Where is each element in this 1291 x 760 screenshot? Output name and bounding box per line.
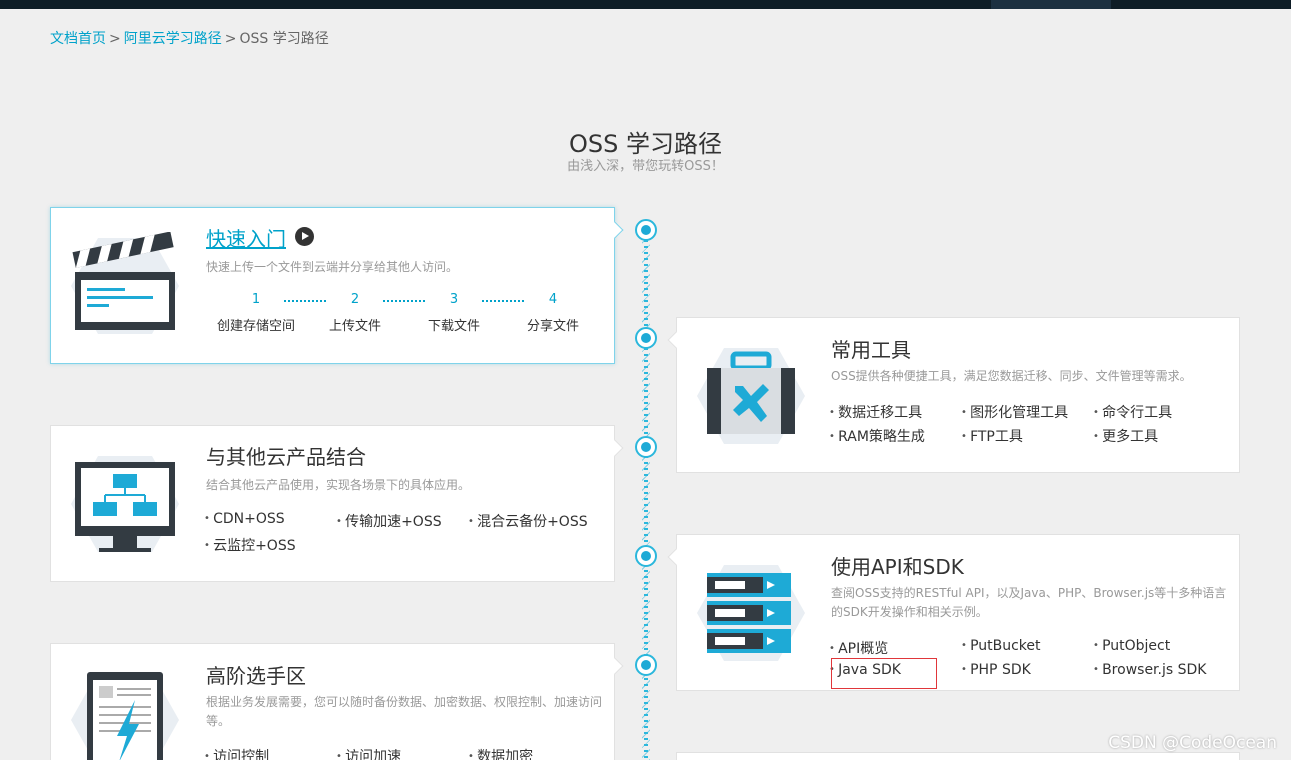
breadcrumb-home-link[interactable]: 文档首页 [50, 31, 106, 47]
timeline-node [635, 654, 657, 676]
card-pointer [667, 331, 685, 349]
card-quickstart: 快速入门 快速上传一个文件到云端并分享给其他人访问。 1 2 3 4 创建存储空… [50, 207, 624, 364]
java-sdk-highlight-box [831, 658, 937, 689]
card-pointer [606, 657, 624, 675]
page-subtitle: 由浅入深，带您玩转OSS！ [567, 159, 724, 174]
clapperboard-icon [65, 232, 185, 342]
card-desc: 查阅OSS支持的RESTful API，以及Java、PHP、Browser.j… [831, 586, 1227, 619]
tools-links: 数据迁移工具 图形化管理工具 命令行工具 RAM策略生成 FTP工具 更多工具 [829, 402, 1225, 446]
link-putbucket[interactable]: PutBucket [961, 638, 1093, 658]
step-connector [284, 300, 328, 302]
card-desc: 快速上传一个文件到云端并分享给其他人访问。 [206, 260, 459, 274]
card-tools: 常用工具 OSS提供各种便捷工具，满足您数据迁移、同步、文件管理等需求。 数据迁… [667, 317, 1240, 473]
card-desc: 结合其他云产品使用，实现各场景下的具体应用。 [206, 478, 471, 492]
link-accel-oss[interactable]: 传输加速+OSS [336, 511, 468, 531]
step-label[interactable]: 下载文件 [404, 315, 504, 334]
server-stack-icon [691, 559, 811, 669]
link-cdn-oss[interactable]: CDN+OSS [204, 511, 336, 531]
card-title-api-sdk[interactable]: 使用API和SDK [831, 551, 964, 580]
link-gui-tool[interactable]: 图形化管理工具 [961, 402, 1093, 422]
link-data-encryption[interactable]: 数据加密 [468, 746, 600, 760]
link-data-migration[interactable]: 数据迁移工具 [829, 402, 961, 422]
link-cloudmonitor-oss[interactable]: 云监控+OSS [204, 535, 336, 555]
link-ram-policy[interactable]: RAM策略生成 [829, 426, 961, 446]
card-next-partial [676, 752, 1240, 760]
breadcrumb-separator: > [109, 31, 121, 47]
page-title: OSS 学习路径 [569, 130, 722, 158]
card-api-sdk: 使用API和SDK 查阅OSS支持的RESTful API，以及Java、PHP… [667, 534, 1240, 691]
step-number: 4 [548, 292, 558, 307]
step-label[interactable]: 分享文件 [503, 315, 603, 334]
timeline-node [635, 219, 657, 241]
link-putobject[interactable]: PutObject [1093, 638, 1225, 658]
link-more-tools[interactable]: 更多工具 [1093, 426, 1225, 446]
card-title-tools[interactable]: 常用工具 [831, 334, 911, 363]
watermark: CSDN @CodeOcean [1108, 733, 1277, 753]
timeline-node [635, 436, 657, 458]
step-label[interactable]: 上传文件 [305, 315, 405, 334]
link-hybrid-backup-oss[interactable]: 混合云备份+OSS [468, 511, 600, 531]
step-number: 2 [350, 292, 360, 307]
step-label[interactable]: 创建存储空间 [206, 315, 306, 334]
timeline-chevrons [642, 228, 650, 760]
card-title-integration[interactable]: 与其他云产品结合 [206, 441, 366, 470]
timeline-node [635, 545, 657, 567]
quickstart-steps: 1 2 3 4 创建存储空间 上传文件 下载文件 分享文件 [211, 292, 591, 334]
step-connector [383, 300, 427, 302]
card-integration: 与其他云产品结合 结合其他云产品使用，实现各场景下的具体应用。 CDN+OSS … [50, 425, 624, 582]
learning-timeline [638, 228, 654, 760]
breadcrumb-separator: > [224, 31, 237, 47]
link-ftp-tool[interactable]: FTP工具 [961, 426, 1093, 446]
link-api-overview[interactable]: API概览 [829, 638, 961, 658]
integration-links: CDN+OSS 传输加速+OSS 混合云备份+OSS 云监控+OSS [204, 511, 600, 555]
step-number: 3 [449, 292, 459, 307]
card-pointer [606, 221, 624, 239]
monitor-diagram-icon [65, 450, 185, 560]
card-pointer [667, 548, 685, 566]
card-desc: 根据业务发展需要，您可以随时备份数据、加密数据、权限控制、加速访问等。 [206, 695, 603, 728]
breadcrumb-current: OSS 学习路径 [239, 31, 329, 47]
step-number: 1 [251, 292, 261, 307]
breadcrumb: 文档首页 > 阿里云学习路径 > OSS 学习路径 [50, 28, 329, 48]
play-icon[interactable] [295, 227, 314, 246]
timeline-node [635, 327, 657, 349]
card-desc: OSS提供各种便捷工具，满足您数据迁移、同步、文件管理等需求。 [831, 369, 1192, 383]
advanced-links: 访问控制 访问加速 数据加密 [204, 746, 600, 760]
top-navigation-bar [0, 0, 1291, 9]
toolbox-icon [691, 342, 811, 452]
link-access-control[interactable]: 访问控制 [204, 746, 336, 760]
link-php-sdk[interactable]: PHP SDK [961, 662, 1093, 678]
card-title-advanced[interactable]: 高阶选手区 [206, 660, 306, 689]
tablet-lightning-icon [65, 666, 185, 760]
card-title-quickstart[interactable]: 快速入门 [206, 223, 286, 252]
card-advanced: 高阶选手区 根据业务发展需要，您可以随时备份数据、加密数据、权限控制、加速访问等… [50, 643, 624, 760]
step-connector [482, 300, 526, 302]
link-cli-tool[interactable]: 命令行工具 [1093, 402, 1225, 422]
card-pointer [606, 439, 624, 457]
breadcrumb-path-link[interactable]: 阿里云学习路径 [124, 31, 222, 47]
link-access-acceleration[interactable]: 访问加速 [336, 746, 468, 760]
link-browserjs-sdk[interactable]: Browser.js SDK [1093, 662, 1225, 678]
